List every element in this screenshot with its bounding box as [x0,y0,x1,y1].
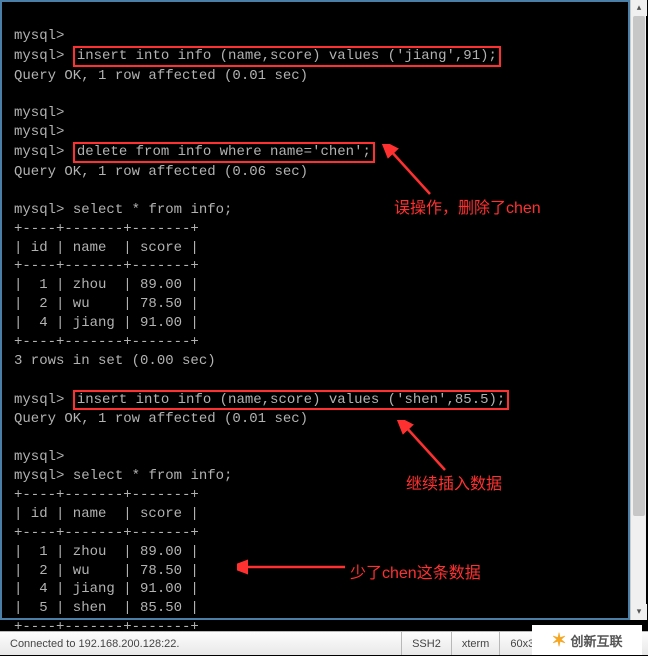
terminal-output[interactable]: mysql> mysql> insert into info (name,sco… [14,8,624,656]
terminal-window: mysql> mysql> insert into info (name,sco… [0,0,648,655]
prompt: mysql> [14,105,64,121]
prompt: mysql> [14,468,64,484]
table-row: | 4 | jiang | 91.00 | [14,315,199,331]
prompt: mysql> [14,392,64,408]
table-header: | id | name | score | [14,506,199,522]
table-row: | 1 | zhou | 89.00 | [14,277,199,293]
scroll-up-button[interactable]: ▴ [631,0,647,16]
status-term: xterm [452,632,501,655]
rows-count: 3 rows in set (0.00 sec) [14,353,216,369]
response-ok: Query OK, 1 row affected (0.06 sec) [14,164,308,180]
cmd-select-2: select * from info; [73,468,233,484]
cmd-delete-chen: delete from info where name='chen'; [73,142,375,163]
table-border: +----+-------+-------+ [14,487,199,503]
prompt: mysql> [14,28,64,44]
cmd-select-1: select * from info; [73,202,233,218]
table-border: +----+-------+-------+ [14,334,199,350]
table-row: | 2 | wu | 78.50 | [14,296,199,312]
status-connected: Connected to 192.168.200.128:22. [0,632,402,655]
table-row: | 2 | wu | 78.50 | [14,563,199,579]
scrollbar[interactable]: ▴ ▾ [630,0,646,620]
scroll-down-button[interactable]: ▾ [631,604,647,620]
scroll-thumb[interactable] [633,16,645,516]
cmd-insert-shen: insert into info (name,score) values ('s… [73,390,509,411]
brand-text: 创新互联 [571,631,623,650]
prompt: mysql> [14,449,64,465]
prompt: mysql> [14,124,64,140]
star-icon: ✶ [551,630,566,651]
table-sep: +----+-------+-------+ [14,525,199,541]
annotation-misop: 误操作，删除了chen [394,194,541,218]
table-row: | 1 | zhou | 89.00 | [14,544,199,560]
table-header: | id | name | score | [14,240,199,256]
prompt: mysql> [14,144,64,160]
response-ok: Query OK, 1 row affected (0.01 sec) [14,68,308,84]
table-border: +----+-------+-------+ [14,221,199,237]
response-ok: Query OK, 1 row affected (0.01 sec) [14,411,308,427]
cmd-insert-jiang: insert into info (name,score) values ('j… [73,46,501,67]
table-row: | 5 | shen | 85.50 | [14,600,199,616]
prompt: mysql> [14,48,64,64]
table-row: | 4 | jiang | 91.00 | [14,581,199,597]
terminal-border: mysql> mysql> insert into info (name,sco… [0,0,630,620]
status-protocol: SSH2 [402,632,452,655]
table-sep: +----+-------+-------+ [14,258,199,274]
branding-watermark: ✶ 创新互联 [532,625,642,655]
annotation-continue: 继续插入数据 [406,470,502,494]
annotation-missing: 少了chen这条数据 [350,559,481,583]
prompt: mysql> [14,202,64,218]
